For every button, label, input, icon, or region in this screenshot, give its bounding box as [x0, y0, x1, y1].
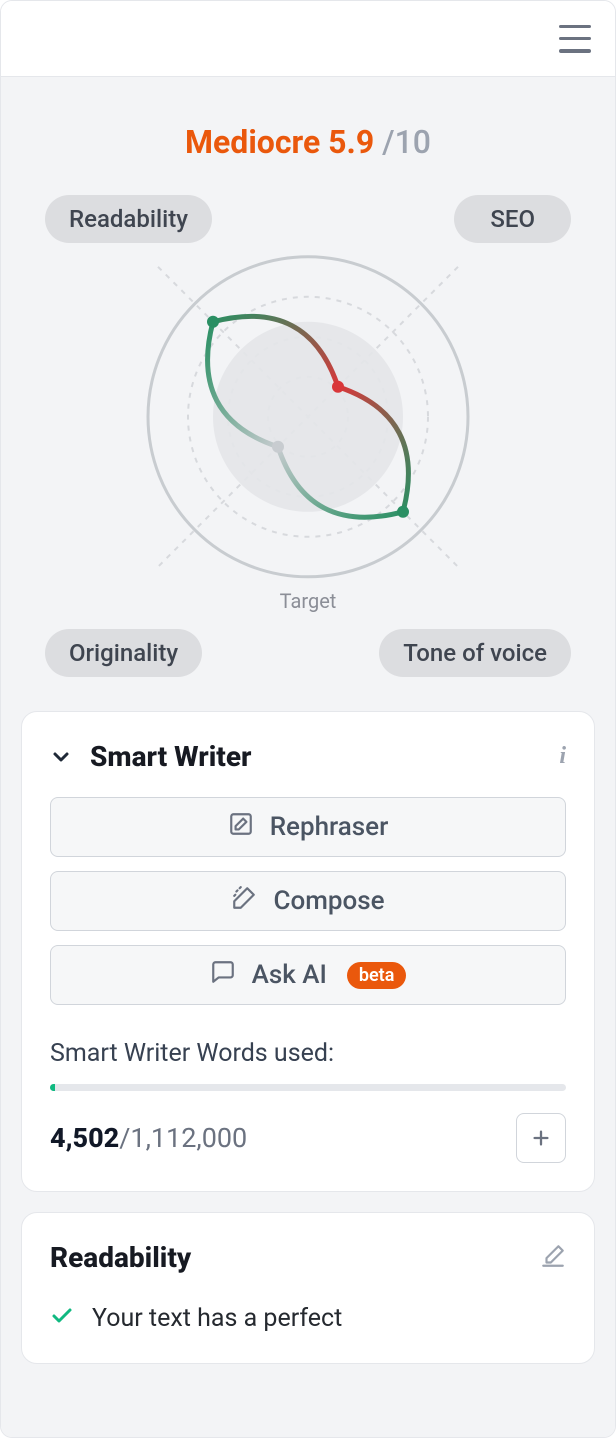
- edit-icon[interactable]: [540, 1243, 566, 1273]
- score-label: Mediocre: [185, 123, 320, 161]
- ask-ai-button[interactable]: Ask AI beta: [50, 945, 566, 1005]
- edit-icon: [228, 811, 254, 844]
- pill-readability[interactable]: Readability: [45, 195, 212, 243]
- readability-check-line: Your text has a perfect: [50, 1304, 566, 1335]
- info-icon[interactable]: i: [559, 743, 566, 770]
- score-value: 5.9: [328, 123, 374, 161]
- readability-text: Your text has a perfect: [92, 1304, 342, 1333]
- radar-svg: [138, 247, 478, 591]
- usage-progress: [50, 1084, 566, 1091]
- wand-icon: [231, 885, 257, 918]
- pill-originality[interactable]: Originality: [45, 629, 202, 677]
- ask-ai-label: Ask AI: [252, 960, 327, 990]
- chat-icon: [210, 959, 236, 992]
- app-panel: Mediocre 5.9 /10 Readability SEO Origina…: [0, 0, 616, 1438]
- target-label: Target: [280, 589, 337, 613]
- compose-button[interactable]: Compose: [50, 871, 566, 931]
- rephraser-button[interactable]: Rephraser: [50, 797, 566, 857]
- chevron-down-icon[interactable]: [50, 746, 72, 768]
- readability-title: Readability: [50, 1241, 522, 1274]
- rephraser-label: Rephraser: [270, 812, 389, 842]
- add-words-button[interactable]: [516, 1113, 566, 1163]
- compose-label: Compose: [273, 886, 384, 916]
- score-max: /10: [382, 123, 431, 161]
- check-icon: [50, 1304, 74, 1335]
- usage-progress-fill: [50, 1084, 55, 1091]
- beta-badge: beta: [347, 962, 407, 989]
- smart-writer-title: Smart Writer: [90, 740, 541, 773]
- usage-row: 4,502 /1,112,000: [50, 1113, 566, 1163]
- overall-score: Mediocre 5.9 /10: [1, 77, 615, 161]
- usage-used: 4,502: [50, 1122, 119, 1154]
- usage-title: Smart Writer Words used:: [50, 1039, 566, 1068]
- smart-writer-card: Smart Writer i Rephraser Compose Ask: [21, 711, 595, 1192]
- pill-seo[interactable]: SEO: [454, 195, 571, 243]
- menu-icon[interactable]: [559, 25, 591, 53]
- radar-chart: Readability SEO Originality Tone of voic…: [1, 181, 615, 691]
- pill-tone[interactable]: Tone of voice: [379, 629, 571, 677]
- usage-max: /1,112,000: [119, 1122, 247, 1154]
- readability-card: Readability Your text has a perfect: [21, 1212, 595, 1364]
- topbar: [1, 1, 615, 77]
- scroll-area[interactable]: Mediocre 5.9 /10 Readability SEO Origina…: [1, 77, 615, 1437]
